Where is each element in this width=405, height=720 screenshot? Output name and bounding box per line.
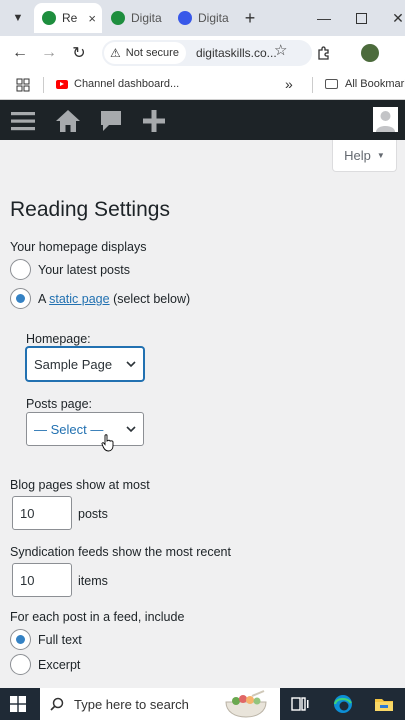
bookmarks-divider <box>312 77 313 93</box>
plus-icon: + <box>244 7 256 28</box>
arrow-left-icon: ← <box>12 44 28 61</box>
blog-pages-suffix: posts <box>78 507 108 521</box>
bookmark-channel-dashboard[interactable]: Channel dashboard... <box>56 78 179 90</box>
homepage-select[interactable]: Sample Page <box>26 347 144 381</box>
file-explorer-icon[interactable] <box>374 694 394 714</box>
chevron-down-icon <box>126 361 136 368</box>
static-page-prefix: A <box>38 292 50 306</box>
edge-browser-icon[interactable] <box>333 694 353 714</box>
chevron-down-icon: ▼ <box>12 12 24 24</box>
blog-pages-label: Blog pages show at most <box>10 478 150 492</box>
site-favicon-icon <box>111 11 125 25</box>
radio-excerpt-label[interactable]: Excerpt <box>38 658 80 672</box>
tab-title: Digita <box>131 11 162 25</box>
browser-tab-1[interactable]: Re × <box>34 3 102 33</box>
homepage-select-value: Sample Page <box>34 356 113 372</box>
minimize-icon: — <box>317 10 331 26</box>
wordpress-favicon-icon <box>42 11 56 25</box>
maximize-icon <box>355 12 367 24</box>
new-tab-button[interactable]: + <box>238 6 262 30</box>
help-label: Help <box>344 148 371 163</box>
home-icon[interactable] <box>55 108 81 134</box>
wp-admin-bar <box>0 100 405 140</box>
tab-search-button[interactable]: ▼ <box>6 6 30 30</box>
url-text: digitaskills.co... <box>195 46 277 60</box>
bookmark-label: Channel dashboard... <box>74 78 180 90</box>
youtube-icon <box>56 79 68 89</box>
close-icon: ✕ <box>392 9 404 26</box>
windows-taskbar: Type here to search <box>0 688 405 720</box>
browser-tab-2[interactable]: Digita <box>103 3 171 33</box>
radio-static-page[interactable] <box>10 288 31 309</box>
chevron-down-icon <box>126 426 136 433</box>
task-view-icon[interactable] <box>290 694 310 714</box>
tab-title: Digita <box>198 11 229 25</box>
menu-icon[interactable] <box>10 108 36 134</box>
syndication-input[interactable]: 10 <box>12 563 72 597</box>
forward-button[interactable]: → <box>37 41 61 65</box>
bookmark-all-bookmarks[interactable]: All Bookmarks <box>325 78 405 90</box>
close-window-button[interactable]: ✕ <box>386 6 405 30</box>
browser-tab-3[interactable]: Digita <box>170 3 238 33</box>
posts-page-select-label: Posts page: <box>26 397 93 411</box>
bookmarks-divider <box>43 77 44 93</box>
wordpress-favicon-icon <box>178 11 192 25</box>
arrow-right-icon: → <box>41 44 57 61</box>
page-title: Reading Settings <box>10 198 170 221</box>
blog-pages-input[interactable]: 10 <box>12 496 72 530</box>
avatar-icon[interactable] <box>373 107 398 132</box>
homepage-select-label: Homepage: <box>26 332 91 346</box>
folder-icon <box>325 79 338 89</box>
browser-toolbar: ← → ↻ ⚠ Not secure digitaskills.co... ☆ <box>0 36 405 70</box>
bookmarks-overflow-button[interactable]: » <box>285 76 293 92</box>
windows-start-icon[interactable] <box>10 696 26 712</box>
syndication-suffix: items <box>78 574 108 588</box>
radio-full-text[interactable] <box>10 629 31 650</box>
caret-down-icon: ▼ <box>376 151 385 160</box>
help-tab-button[interactable]: Help ▼ <box>332 140 397 172</box>
reload-button[interactable]: ↻ <box>67 41 91 65</box>
close-tab-icon[interactable]: × <box>88 11 96 26</box>
bookmark-star-icon[interactable]: ☆ <box>274 41 287 59</box>
posts-page-select-value: — Select — <box>34 421 104 437</box>
minimize-button[interactable]: — <box>312 6 336 30</box>
bookmarks-bar: Channel dashboard... » All Bookmarks <box>0 70 405 100</box>
homepage-displays-label: Your homepage displays <box>10 240 147 254</box>
security-label: Not secure <box>125 47 179 59</box>
static-page-suffix: (select below) <box>109 292 191 306</box>
site-security-chip[interactable]: ⚠ Not secure <box>104 42 186 64</box>
food-bowl-icon <box>225 690 267 718</box>
reload-icon: ↻ <box>72 45 86 62</box>
tab-title: Re <box>62 11 78 25</box>
radio-excerpt[interactable] <box>10 654 31 675</box>
browser-tab-strip: ▼ Re × Digita Digita + — ✕ <box>0 0 405 36</box>
radio-latest-posts[interactable] <box>10 259 31 280</box>
profile-avatar[interactable] <box>361 44 379 62</box>
static-page-link[interactable]: static page <box>49 292 109 306</box>
taskbar-search-placeholder: Type here to search <box>74 696 189 712</box>
hand-cursor-icon <box>101 434 114 452</box>
apps-grid-icon[interactable] <box>16 78 30 92</box>
back-button[interactable]: ← <box>8 41 32 65</box>
radio-static-page-label[interactable]: A static page (select below) <box>38 292 190 306</box>
search-icon <box>50 697 64 711</box>
extensions-icon[interactable] <box>316 45 332 61</box>
warning-icon: ⚠ <box>110 46 121 60</box>
feed-include-label: For each post in a feed, include <box>10 610 185 624</box>
radio-latest-posts-label[interactable]: Your latest posts <box>38 263 130 277</box>
bookmark-label: All Bookmarks <box>345 78 405 90</box>
syndication-label: Syndication feeds show the most recent <box>10 545 231 559</box>
posts-page-select[interactable]: — Select — <box>26 412 144 446</box>
radio-full-text-label[interactable]: Full text <box>38 633 82 647</box>
add-new-icon[interactable] <box>141 108 167 134</box>
comments-icon[interactable] <box>98 108 124 134</box>
maximize-button[interactable] <box>349 6 373 30</box>
